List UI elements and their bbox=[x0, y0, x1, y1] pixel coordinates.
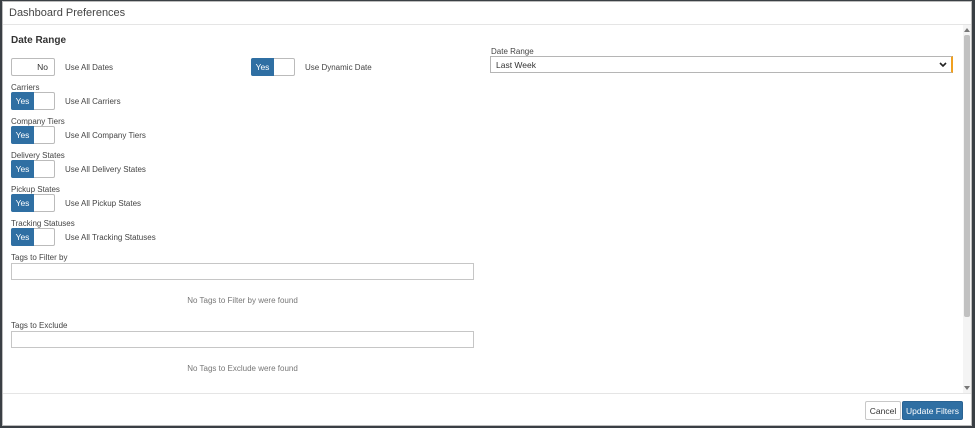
use-all-pickup-states-label: Use All Pickup States bbox=[65, 199, 142, 208]
scroll-up-arrow-icon[interactable] bbox=[963, 27, 971, 33]
modal-scrollbar[interactable] bbox=[963, 25, 971, 393]
use-all-tracking-statuses-toggle[interactable]: Yes bbox=[11, 228, 55, 246]
scrollbar-thumb[interactable] bbox=[964, 35, 970, 317]
toggle-state: Yes bbox=[11, 126, 34, 144]
tags-filter-empty-message: No Tags to Filter by were found bbox=[187, 296, 298, 305]
toggle-state: Yes bbox=[11, 228, 34, 246]
cancel-button[interactable]: Cancel bbox=[865, 401, 901, 420]
scroll-down-arrow-icon[interactable] bbox=[963, 385, 971, 391]
use-dynamic-date-label: Use Dynamic Date bbox=[305, 63, 372, 72]
toggle-state: Yes bbox=[11, 160, 34, 178]
modal-header: Dashboard Preferences bbox=[3, 2, 971, 25]
use-all-dates-toggle[interactable]: No bbox=[11, 58, 55, 76]
use-all-tracking-statuses-label: Use All Tracking Statuses bbox=[65, 233, 156, 242]
use-all-carriers-toggle[interactable]: Yes bbox=[11, 92, 55, 110]
modal-title: Dashboard Preferences bbox=[9, 7, 126, 19]
update-filters-button[interactable]: Update Filters bbox=[902, 401, 963, 420]
carriers-title: Carriers bbox=[11, 83, 40, 92]
toggle-state: Yes bbox=[11, 194, 34, 212]
use-all-delivery-states-toggle[interactable]: Yes bbox=[11, 160, 55, 178]
use-all-carriers-label: Use All Carriers bbox=[65, 97, 121, 106]
date-range-label: Date Range bbox=[491, 47, 534, 56]
use-all-delivery-states-label: Use All Delivery States bbox=[65, 165, 146, 174]
date-range-select[interactable]: Last Week bbox=[490, 56, 953, 73]
pickup-states-title: Pickup States bbox=[11, 185, 60, 194]
modal-footer: Cancel Update Filters bbox=[3, 393, 971, 425]
dashboard-preferences-modal: Dashboard Preferences Date Range No Use … bbox=[2, 1, 972, 426]
delivery-states-title: Delivery States bbox=[11, 151, 65, 160]
modal-body: Date Range No Use All Dates Yes Use Dyna… bbox=[3, 25, 963, 393]
use-all-pickup-states-toggle[interactable]: Yes bbox=[11, 194, 55, 212]
use-all-company-tiers-toggle[interactable]: Yes bbox=[11, 126, 55, 144]
use-all-company-tiers-label: Use All Company Tiers bbox=[65, 131, 146, 140]
toggle-state: No bbox=[37, 62, 48, 72]
tags-exclude-input[interactable] bbox=[11, 331, 474, 348]
tracking-statuses-title: Tracking Statuses bbox=[11, 219, 75, 228]
use-dynamic-date-toggle[interactable]: Yes bbox=[251, 58, 295, 76]
toggle-state: Yes bbox=[11, 92, 34, 110]
use-all-dates-label: Use All Dates bbox=[65, 63, 114, 72]
company-tiers-title: Company Tiers bbox=[11, 117, 65, 126]
tags-exclude-label: Tags to Exclude bbox=[11, 321, 68, 330]
tags-filter-label: Tags to Filter by bbox=[11, 253, 68, 262]
toggle-state: Yes bbox=[251, 58, 274, 76]
section-title: Date Range bbox=[11, 35, 67, 46]
chevron-down-icon bbox=[939, 62, 947, 68]
tags-filter-input[interactable] bbox=[11, 263, 474, 280]
tags-exclude-empty-message: No Tags to Exclude were found bbox=[187, 364, 298, 373]
date-range-value: Last Week bbox=[496, 60, 537, 70]
